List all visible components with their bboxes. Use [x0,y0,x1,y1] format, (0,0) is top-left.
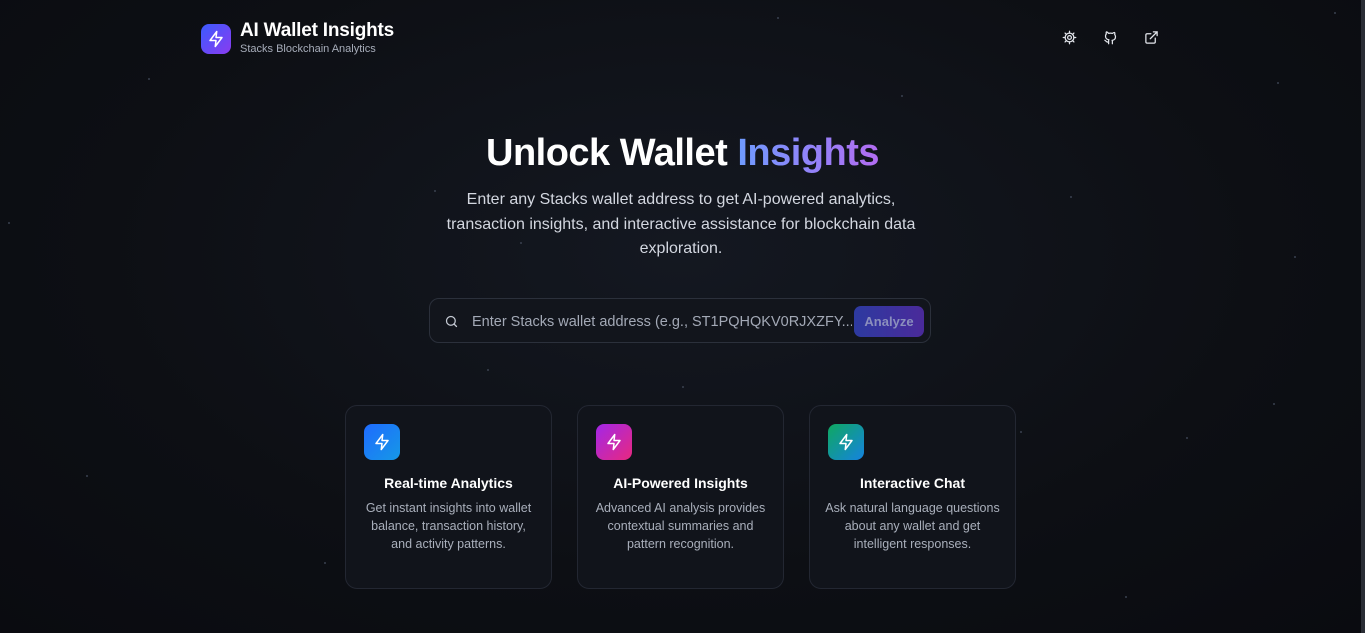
lightning-icon [839,433,853,451]
app-subtitle: Stacks Blockchain Analytics [240,43,376,55]
lightning-icon [209,30,223,47]
star-dot [86,475,88,477]
star-dot [777,17,779,19]
feature-icon-badge [596,424,632,460]
feature-card-interactive-chat: Interactive Chat Ask natural language qu… [809,405,1016,589]
settings-button[interactable] [1058,26,1080,48]
app-title: AI Wallet Insights [240,20,395,41]
brand[interactable]: AI Wallet Insights Stacks Blockchain Ana… [201,20,394,57]
star-dot [1273,403,1275,405]
feature-title: AI-Powered Insights [613,475,748,491]
github-icon [1103,30,1116,44]
star-dot [487,369,489,371]
lightning-icon [375,433,389,451]
search-icon [445,315,458,328]
star-dot [324,562,326,564]
feature-description: Advanced AI analysis provides contextual… [595,501,766,551]
app-logo [201,23,231,54]
feature-title: Interactive Chat [859,475,966,491]
header-actions [1058,26,1162,48]
hero-title-main: Unlock Wallet [486,132,728,174]
hero-title: Unlock Wallet Insights [0,130,1365,176]
github-button[interactable] [1099,26,1121,48]
star-dot [682,386,684,388]
feature-description: Ask natural language questions about any… [825,501,1000,551]
star-dot [1020,431,1022,433]
star-dot [8,222,10,224]
star-dot [1070,196,1072,198]
feature-card-ai-insights: AI-Powered Insights Advanced AI analysis… [577,405,784,589]
wallet-address-input[interactable] [470,299,854,344]
star-dot [1277,82,1279,84]
external-link-icon [1144,30,1158,44]
feature-icon-badge [364,424,400,460]
feature-description: Get instant insights into wallet balance… [365,501,532,551]
feature-card-realtime-analytics: Real-time Analytics Get instant insights… [345,405,552,589]
lightning-icon [607,433,621,451]
hero-title-accent: Insights [737,132,879,174]
feature-title: Real-time Analytics [384,475,513,491]
star-dot [1294,256,1296,258]
wallet-search-bar: Analyze [429,298,931,344]
hero-description: Enter any Stacks wallet address to get A… [446,191,916,257]
feature-icon-badge [828,424,864,460]
star-dot [1186,437,1188,439]
analyze-button[interactable]: Analyze [854,306,924,337]
scrollbar[interactable] [1361,0,1365,633]
star-dot [1334,12,1336,14]
star-dot [434,190,436,192]
settings-icon [1062,30,1076,44]
star-dot [148,78,150,80]
external-link-button[interactable] [1140,26,1162,48]
page: AI Wallet Insights Stacks Blockchain Ana… [0,0,1365,633]
star-dot [901,95,903,97]
star-dot [1125,596,1127,598]
